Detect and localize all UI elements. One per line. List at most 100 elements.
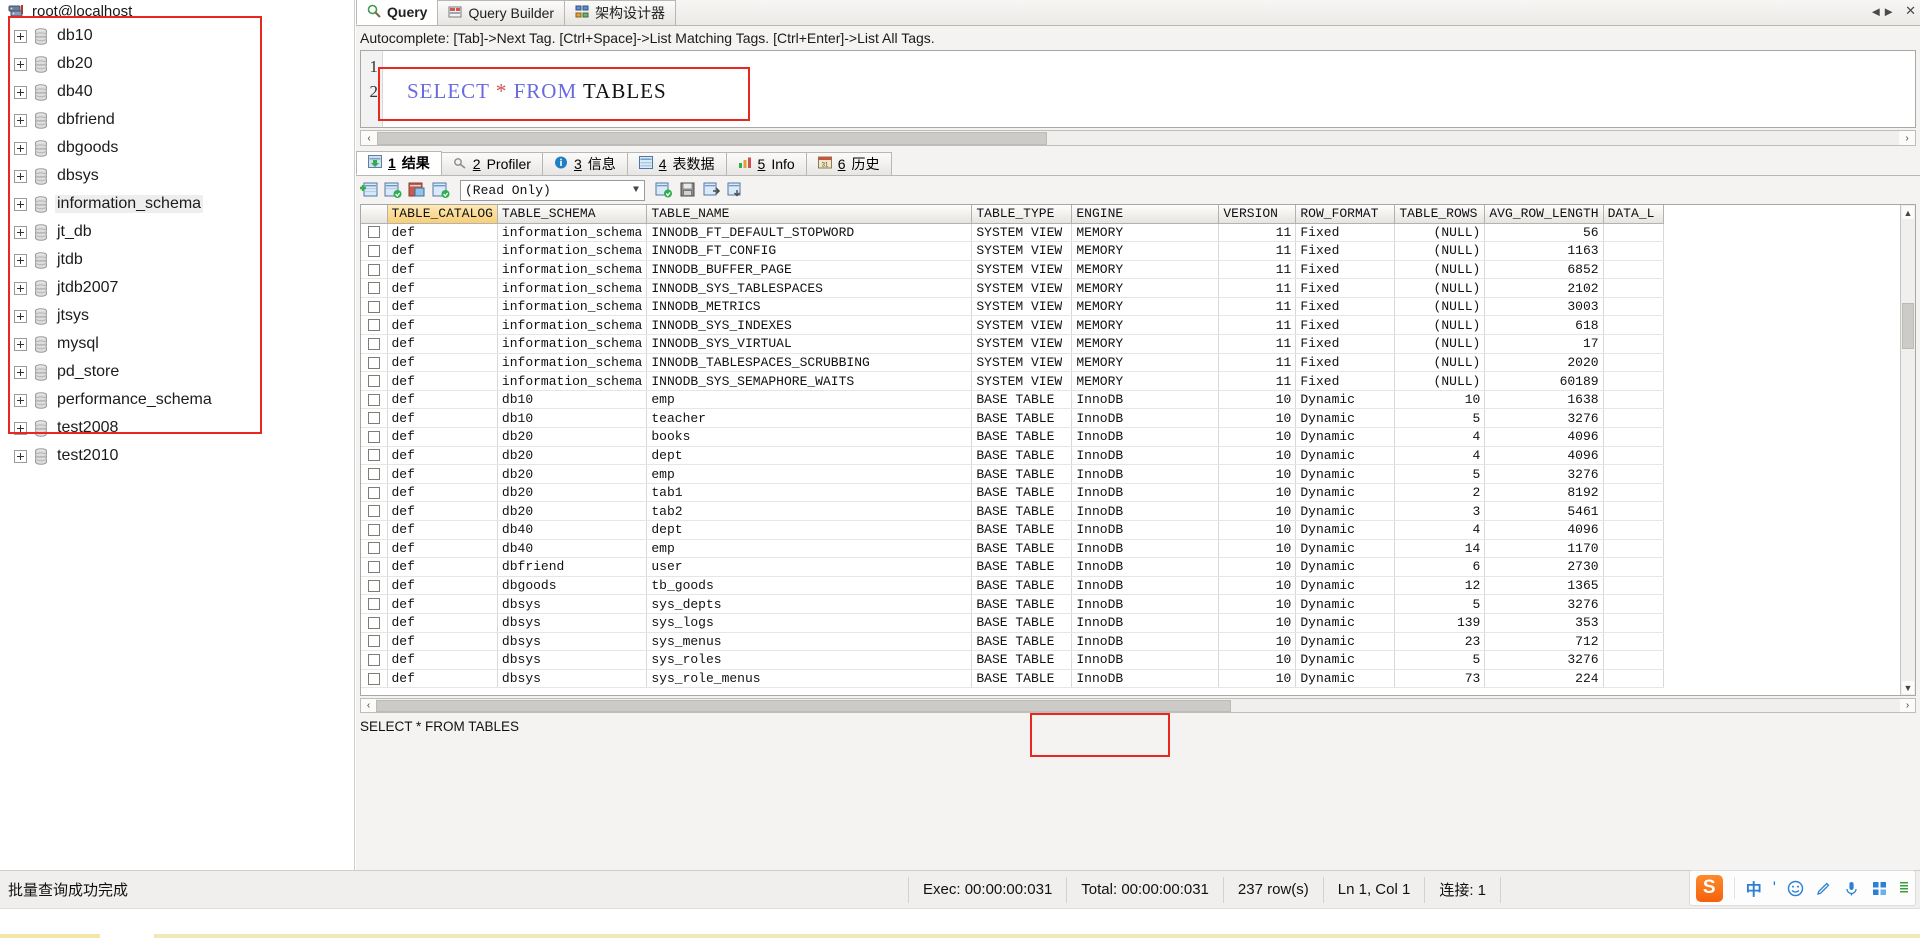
checkbox-icon[interactable] bbox=[367, 244, 380, 257]
cell-table_schema[interactable]: information_schema bbox=[497, 278, 648, 298]
cell-table_catalog[interactable]: def bbox=[387, 501, 498, 521]
row-select-checkbox[interactable] bbox=[361, 297, 388, 317]
cell-row_format[interactable]: Fixed bbox=[1295, 334, 1396, 354]
expand-toggle-icon[interactable] bbox=[14, 309, 27, 323]
delete-record-icon[interactable] bbox=[727, 182, 745, 198]
table-row[interactable]: def dbsys sys_role_menus BASE TABLE InnoDB 10… bbox=[361, 669, 1664, 689]
scroll-down-arrow-icon[interactable]: ▼ bbox=[1902, 681, 1914, 694]
cell-engine[interactable]: InnoDB bbox=[1071, 669, 1220, 689]
checkbox-icon[interactable] bbox=[367, 412, 380, 425]
cell-version[interactable]: 10 bbox=[1218, 539, 1297, 559]
grid-scroll-right-arrow-icon[interactable]: › bbox=[1900, 699, 1915, 712]
cell-engine[interactable]: InnoDB bbox=[1071, 408, 1220, 429]
row-select-checkbox[interactable] bbox=[361, 483, 388, 503]
cell-table_schema[interactable]: dbsys bbox=[497, 594, 648, 614]
row-select-checkbox[interactable] bbox=[361, 315, 388, 336]
cell-row_format[interactable]: Dynamic bbox=[1295, 669, 1396, 689]
tree-item-dbgoods[interactable]: dbgoods bbox=[0, 134, 354, 162]
cell-table_type[interactable]: SYSTEM VIEW bbox=[971, 278, 1073, 298]
checkbox-icon[interactable] bbox=[367, 468, 380, 481]
cell-data_l[interactable] bbox=[1603, 334, 1664, 354]
row-select-checkbox[interactable] bbox=[361, 464, 388, 484]
cell-table_name[interactable]: tb_goods bbox=[646, 576, 973, 596]
cell-table_name[interactable]: INNODB_FT_DEFAULT_STOPWORD bbox=[646, 223, 973, 243]
cell-table_schema[interactable]: dbsys bbox=[497, 632, 648, 652]
column-header-row_format[interactable]: ROW_FORMAT bbox=[1295, 205, 1396, 224]
table-row[interactable]: def dbgoods tb_goods BASE TABLE InnoDB 10 Dyna… bbox=[361, 576, 1664, 596]
cell-table_name[interactable]: INNODB_BUFFER_PAGE bbox=[646, 260, 973, 280]
result-grid[interactable]: TABLE_CATALOG TABLE_SCHEMA TABLE_NAME TABLE… bbox=[360, 204, 1916, 696]
row-select-checkbox[interactable] bbox=[361, 334, 388, 354]
cell-table_name[interactable]: INNODB_SYS_VIRTUAL bbox=[646, 334, 973, 354]
cell-data_l[interactable] bbox=[1603, 241, 1664, 261]
cell-avg_row_length[interactable]: 3276 bbox=[1484, 408, 1604, 429]
cell-avg_row_length[interactable]: 1163 bbox=[1484, 241, 1604, 261]
cell-engine[interactable]: MEMORY bbox=[1071, 353, 1220, 373]
checkbox-icon[interactable] bbox=[367, 616, 380, 629]
tree-item-mysql[interactable]: mysql bbox=[0, 330, 354, 358]
checkbox-icon[interactable] bbox=[367, 430, 380, 443]
cell-row_format[interactable]: Fixed bbox=[1295, 260, 1396, 280]
cell-table_schema[interactable]: information_schema bbox=[497, 315, 648, 336]
cell-avg_row_length[interactable]: 2102 bbox=[1484, 278, 1604, 298]
sql-editor-hscrollbar[interactable]: ‹ › bbox=[360, 130, 1916, 146]
save-icon[interactable] bbox=[679, 182, 697, 198]
grid-scroll-left-arrow-icon[interactable]: ‹ bbox=[361, 699, 376, 712]
cell-table_rows[interactable]: 5 bbox=[1394, 408, 1486, 429]
checkbox-icon[interactable] bbox=[367, 449, 380, 462]
cell-table_rows[interactable]: 2 bbox=[1394, 483, 1486, 503]
cell-data_l[interactable] bbox=[1603, 278, 1664, 298]
cell-table_schema[interactable]: db10 bbox=[497, 408, 648, 429]
expand-toggle-icon[interactable] bbox=[14, 421, 27, 435]
checkbox-icon[interactable] bbox=[367, 226, 380, 239]
cell-engine[interactable]: MEMORY bbox=[1071, 371, 1220, 391]
cell-data_l[interactable] bbox=[1603, 353, 1664, 373]
cell-table_type[interactable]: SYSTEM VIEW bbox=[971, 297, 1073, 317]
cell-avg_row_length[interactable]: 56 bbox=[1484, 223, 1604, 243]
table-row[interactable]: def dbsys sys_logs BASE TABLE InnoDB 10 Dynami… bbox=[361, 613, 1664, 633]
column-header-data_l[interactable]: DATA_L bbox=[1603, 205, 1664, 224]
row-select-checkbox[interactable] bbox=[361, 632, 388, 652]
cell-table_schema[interactable]: db20 bbox=[497, 464, 648, 484]
cell-table_name[interactable]: sys_logs bbox=[646, 613, 973, 633]
cell-table_type[interactable]: BASE TABLE bbox=[971, 408, 1073, 429]
cell-row_format[interactable]: Dynamic bbox=[1295, 446, 1396, 466]
row-select-checkbox[interactable] bbox=[361, 353, 388, 373]
cell-engine[interactable]: InnoDB bbox=[1071, 427, 1220, 447]
cell-engine[interactable]: InnoDB bbox=[1071, 576, 1220, 596]
cell-row_format[interactable]: Fixed bbox=[1295, 223, 1396, 243]
cell-table_type[interactable]: SYSTEM VIEW bbox=[971, 371, 1073, 391]
cell-table_catalog[interactable]: def bbox=[387, 334, 498, 354]
cell-table_rows[interactable]: (NULL) bbox=[1394, 260, 1486, 280]
cell-table_rows[interactable]: 4 bbox=[1394, 520, 1486, 540]
cell-table_schema[interactable]: db20 bbox=[497, 501, 648, 521]
expand-toggle-icon[interactable] bbox=[14, 337, 27, 351]
checkbox-icon[interactable] bbox=[367, 375, 380, 388]
cell-table_rows[interactable]: 139 bbox=[1394, 613, 1486, 633]
cell-data_l[interactable] bbox=[1603, 632, 1664, 652]
cell-table_catalog[interactable]: def bbox=[387, 594, 498, 614]
table-row[interactable]: def information_schema INNODB_FT_CONFIG SYS… bbox=[361, 241, 1664, 261]
cell-version[interactable]: 11 bbox=[1218, 334, 1297, 354]
result-tab-profiler[interactable]: 2 Profiler bbox=[440, 152, 543, 175]
table-row[interactable]: def information_schema INNODB_SYS_TABLESPA… bbox=[361, 278, 1664, 298]
cell-table_type[interactable]: BASE TABLE bbox=[971, 557, 1073, 577]
table-row[interactable]: def db20 books BASE TABLE InnoDB 10 Dynamic 4 40… bbox=[361, 427, 1664, 447]
cell-table_catalog[interactable]: def bbox=[387, 669, 498, 689]
checkbox-icon[interactable] bbox=[367, 282, 380, 295]
cell-table_schema[interactable]: db20 bbox=[497, 427, 648, 447]
cell-avg_row_length[interactable]: 4096 bbox=[1484, 427, 1604, 447]
tree-item-db10[interactable]: db10 bbox=[0, 22, 354, 50]
table-row[interactable]: def dbfriend user BASE TABLE InnoDB 10 Dynamic… bbox=[361, 557, 1664, 577]
tree-item-dbfriend[interactable]: dbfriend bbox=[0, 106, 354, 134]
checkbox-icon[interactable] bbox=[367, 598, 380, 611]
cell-table_name[interactable]: sys_menus bbox=[646, 632, 973, 652]
row-select-checkbox[interactable] bbox=[361, 390, 388, 410]
cell-row_format[interactable]: Fixed bbox=[1295, 371, 1396, 391]
grid-hscroll-thumb[interactable] bbox=[376, 699, 1231, 712]
cell-table_schema[interactable]: information_schema bbox=[497, 241, 648, 261]
cell-data_l[interactable] bbox=[1603, 315, 1664, 336]
expand-toggle-icon[interactable] bbox=[14, 57, 27, 71]
cell-engine[interactable]: InnoDB bbox=[1071, 594, 1220, 614]
cell-table_schema[interactable]: db40 bbox=[497, 539, 648, 559]
